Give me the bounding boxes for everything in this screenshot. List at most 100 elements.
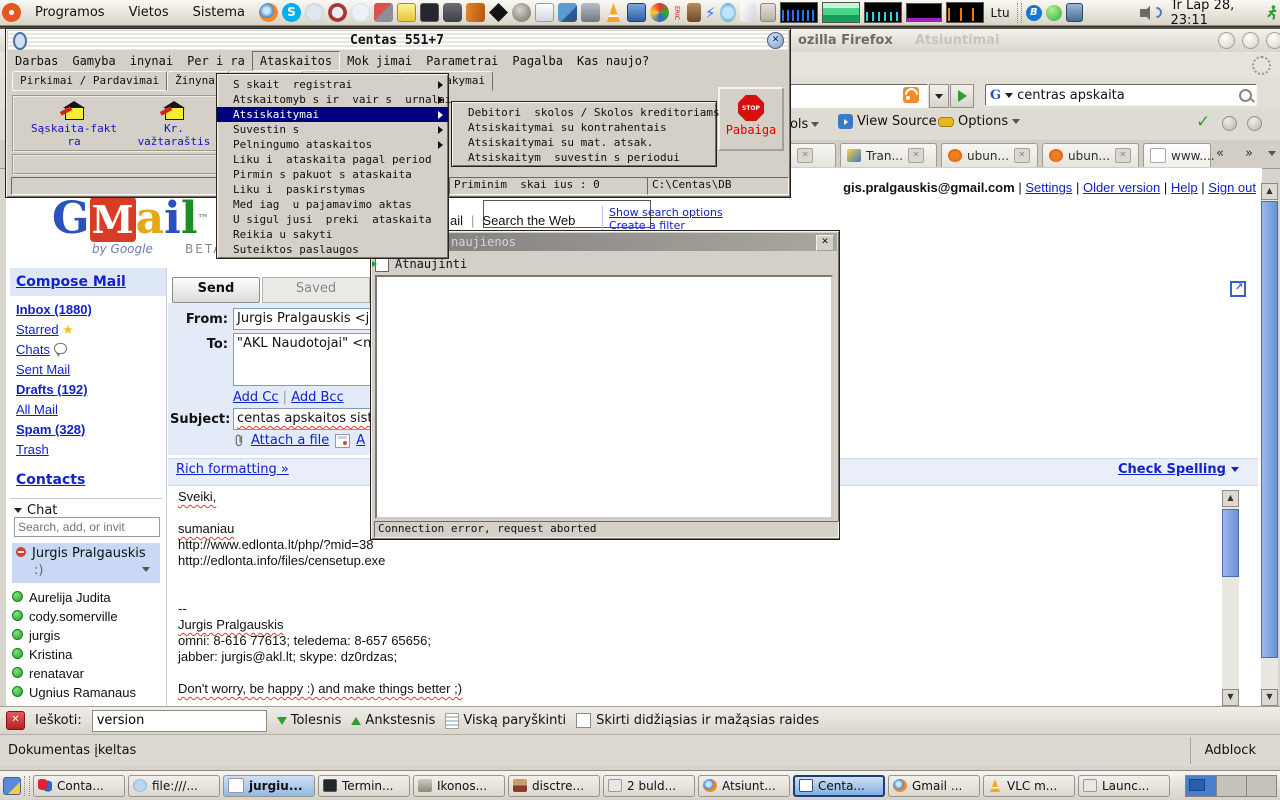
folder-spam[interactable]: Spam (328) xyxy=(16,422,85,437)
buddy-row[interactable]: renatavar xyxy=(12,664,160,683)
toolbar-status-icon[interactable] xyxy=(1247,116,1262,131)
invitation-link-partial[interactable]: A xyxy=(356,433,365,448)
gimp-icon[interactable] xyxy=(512,3,531,22)
submenu-item[interactable]: Debitori skolos / Skolos kreditoriams xyxy=(452,105,716,120)
close-icon[interactable]: ✕ xyxy=(767,32,784,49)
find-next-button[interactable]: Tolesnis xyxy=(277,713,342,728)
wine-app-icon[interactable] xyxy=(351,3,370,22)
menu-mokejimai[interactable]: Mok jimai xyxy=(340,52,419,70)
tab-close-icon[interactable]: ✕ xyxy=(797,148,813,163)
bluetooth-icon[interactable]: B xyxy=(1026,5,1042,21)
volume-icon[interactable] xyxy=(1140,6,1162,20)
archive-icon[interactable] xyxy=(581,3,600,22)
applications-menu[interactable]: Programos xyxy=(25,5,115,20)
view-source-menu-button[interactable]: View Source xyxy=(838,114,949,129)
taskbar-grip[interactable] xyxy=(24,776,30,796)
tab-close-icon[interactable]: ✕ xyxy=(1014,148,1030,163)
panel-grip[interactable] xyxy=(1017,3,1022,23)
task-button[interactable]: Termin... xyxy=(318,775,410,797)
folder-sent[interactable]: Sent Mail xyxy=(16,362,70,377)
keyboard-layout-indicator[interactable]: Ltu xyxy=(988,6,1013,20)
page-scrollbar[interactable]: ▲ ▼ xyxy=(1261,183,1278,706)
system-menu[interactable]: Sistema xyxy=(183,5,255,20)
menu-ataskaitos[interactable]: Ataskaitos xyxy=(252,51,340,71)
disk-icon[interactable] xyxy=(627,3,646,22)
submenu-item[interactable]: Atsiskaitymai su kontrahentais xyxy=(452,120,716,135)
add-cc-link[interactable]: Add Cc xyxy=(233,390,279,405)
buddy-row[interactable]: jurgis xyxy=(12,626,160,645)
clock[interactable]: Tr Lap 28, 23:11 xyxy=(1166,0,1261,28)
scroll-down-icon[interactable]: ▼ xyxy=(1261,689,1278,706)
memory-monitor-applet[interactable] xyxy=(822,2,860,23)
menu-item-selected[interactable]: Atsiskaitymai xyxy=(217,107,448,122)
rich-formatting-link[interactable]: Rich formatting » xyxy=(176,462,289,477)
quit-button[interactable]: STOP Pabaiga xyxy=(718,87,784,151)
saved-button[interactable]: Saved xyxy=(262,277,370,303)
skype-icon[interactable]: S xyxy=(282,3,301,22)
folder-all-mail[interactable]: All Mail xyxy=(16,402,58,417)
invoice-button[interactable]: Sąskaita-fakt ra xyxy=(26,101,122,148)
magnifier-icon[interactable] xyxy=(1239,89,1252,102)
folder-drafts[interactable]: Drafts (192) xyxy=(16,382,88,397)
search-input[interactable]: centras apskaita xyxy=(1017,88,1235,103)
scroll-down-icon[interactable]: ▼ xyxy=(1222,689,1239,706)
camera-icon[interactable] xyxy=(443,3,462,22)
workspace-1-active[interactable] xyxy=(1186,776,1216,796)
browser-tab-active[interactable]: www.... xyxy=(1143,143,1211,167)
dialog-content[interactable] xyxy=(375,275,833,519)
folder-chats[interactable]: Chats xyxy=(16,342,50,357)
chat-header[interactable]: Chat xyxy=(14,503,57,518)
wine-app-icon[interactable] xyxy=(328,3,347,22)
search-bar[interactable]: G centras apskaita xyxy=(985,84,1257,106)
swap-monitor-applet[interactable] xyxy=(906,3,942,22)
status-dropdown-icon[interactable] xyxy=(142,567,150,572)
folder-inbox[interactable]: Inbox (1880) xyxy=(16,302,92,317)
address-dropdown-button[interactable] xyxy=(929,84,949,108)
waybill-button[interactable]: Kr. važtaraštis xyxy=(126,101,222,148)
maximize-button[interactable] xyxy=(1242,32,1259,49)
check-spelling-control[interactable]: Check Spelling xyxy=(1118,462,1239,477)
scroll-thumb[interactable] xyxy=(1222,509,1239,577)
notes-icon[interactable] xyxy=(535,3,554,22)
logout-runner-icon[interactable] xyxy=(1266,3,1278,22)
close-button[interactable] xyxy=(1266,32,1280,49)
dictionary-icon[interactable] xyxy=(466,3,485,22)
tab-list-dropdown-icon[interactable] xyxy=(1268,151,1276,156)
network-computer-icon[interactable] xyxy=(1066,3,1083,22)
task-button[interactable]: disctre... xyxy=(508,775,600,797)
task-button[interactable]: Atsiunt... xyxy=(698,775,790,797)
match-case-checkbox[interactable] xyxy=(576,713,591,728)
dialog-close-icon[interactable]: ✕ xyxy=(816,235,834,251)
minimize-button[interactable] xyxy=(1218,32,1235,49)
tab-scroll-right-button[interactable]: » xyxy=(1245,146,1253,161)
menu-pagalba[interactable]: Pagalba xyxy=(505,52,570,70)
workspace-switcher[interactable] xyxy=(1185,775,1277,797)
close-find-icon[interactable]: ✕ xyxy=(6,711,25,730)
buddy-row[interactable]: Ugnius Ramanaus xyxy=(12,683,160,702)
tab-close-icon[interactable]: ✕ xyxy=(908,148,924,163)
network-monitor-applet[interactable] xyxy=(864,2,902,23)
task-button-focused[interactable]: Centa... xyxy=(793,775,885,797)
menu-zinynai[interactable]: inynai xyxy=(123,52,180,70)
task-button[interactable]: Launc... xyxy=(1078,775,1170,797)
menu-item[interactable]: Atskaitomyb s ir vair s urnalai xyxy=(217,92,448,107)
inkscape-icon[interactable] xyxy=(489,3,508,22)
ubuntu-menu-icon[interactable] xyxy=(2,3,21,22)
browser-tab[interactable]: ubun...✕ xyxy=(1042,143,1139,167)
browser-tab[interactable]: ubun...✕ xyxy=(941,143,1038,167)
chart-tool-icon[interactable] xyxy=(374,3,393,22)
rss-icon[interactable] xyxy=(903,87,919,103)
terminal-icon[interactable] xyxy=(420,3,439,22)
buddy-row[interactable]: Aurelija Judita xyxy=(12,588,160,607)
tab-scroll-left-button[interactable]: « xyxy=(1216,146,1224,161)
places-menu[interactable]: Vietos xyxy=(119,5,179,20)
menu-item[interactable]: Liku i ataskaita pagal period xyxy=(217,152,448,167)
user-photo-icon[interactable] xyxy=(687,3,701,22)
centas-titlebar[interactable]: Centas 551+7 ✕ xyxy=(8,31,788,50)
cpu-monitor-applet[interactable] xyxy=(780,2,818,23)
browser-tab[interactable]: Tran...✕ xyxy=(840,143,937,167)
workspace-2[interactable] xyxy=(1216,776,1246,796)
show-search-options-link[interactable]: Show search options xyxy=(609,206,723,219)
task-button[interactable]: Gmail ... xyxy=(888,775,980,797)
menu-item[interactable]: Suteiktos paslaugos xyxy=(217,242,448,257)
